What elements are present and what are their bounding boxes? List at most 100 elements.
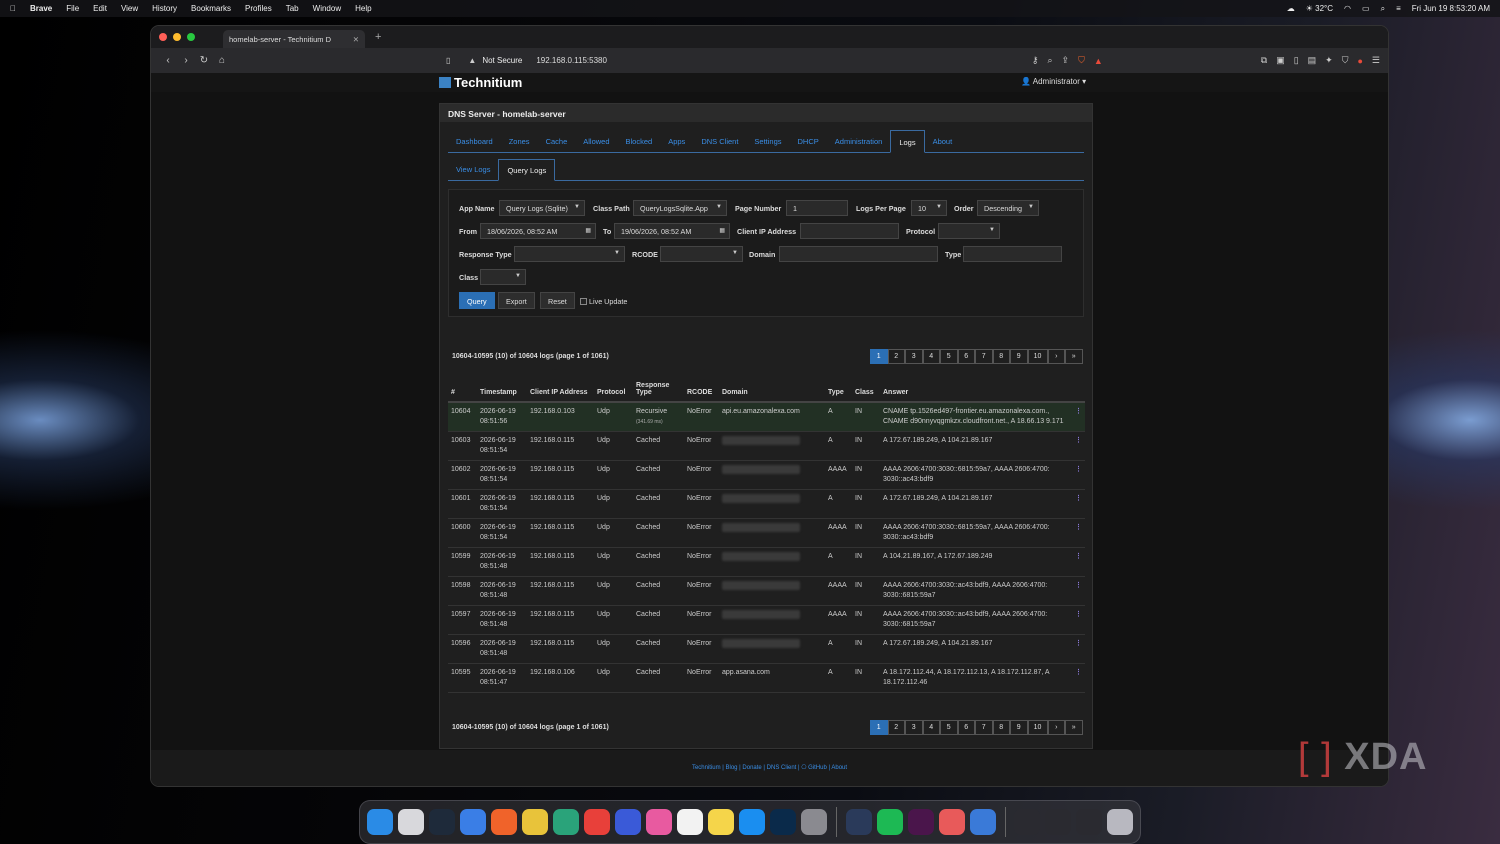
chrome-icon[interactable]	[522, 809, 548, 835]
col-client-ip[interactable]: Client IP Address	[527, 372, 594, 403]
row-actions-icon[interactable]: ⋮	[1072, 605, 1085, 635]
page-1[interactable]: 1	[870, 720, 888, 735]
photos-icon[interactable]	[646, 809, 672, 835]
row-actions-icon[interactable]: ⋮	[1072, 460, 1085, 490]
tab-dhcp[interactable]: DHCP	[790, 130, 827, 152]
page-3[interactable]: 3	[905, 349, 923, 364]
menu-edit[interactable]: Edit	[93, 4, 107, 13]
protocol-select[interactable]: ▼	[938, 223, 1000, 239]
row-actions-icon[interactable]: ⋮	[1072, 518, 1085, 548]
close-window-button[interactable]	[159, 33, 167, 41]
finder-icon[interactable]	[367, 809, 393, 835]
tab-query-logs[interactable]: Query Logs	[498, 159, 556, 181]
wallet-icon[interactable]: ▤	[1308, 55, 1317, 66]
spotify-icon[interactable]	[876, 809, 903, 835]
tab-cache[interactable]: Cache	[538, 130, 576, 152]
user-menu[interactable]: 👤 Administrator ▾	[1021, 77, 1086, 86]
tab-allowed[interactable]: Allowed	[575, 130, 617, 152]
live-update-checkbox[interactable]: Live Update	[580, 297, 627, 306]
edge-icon[interactable]	[553, 809, 579, 835]
share-icon[interactable]: ⇪	[1062, 55, 1070, 66]
minimized-window-icon[interactable]	[1045, 809, 1071, 835]
url-text[interactable]: 192.168.0.115:5380	[536, 56, 607, 65]
checkbox-box[interactable]	[580, 298, 587, 305]
reset-button[interactable]: Reset	[540, 292, 575, 309]
address-bar[interactable]: ▯ ▲ Not Secure 192.168.0.115:5380	[251, 56, 607, 65]
calendar-icon[interactable]	[677, 809, 703, 835]
tab-logs[interactable]: Logs	[890, 130, 925, 153]
clock[interactable]: Fri Jun 19 8:53:20 AM	[1412, 4, 1490, 13]
control-center-icon[interactable]: ≡	[1396, 4, 1401, 13]
menu-icon[interactable]: ☰	[1372, 55, 1380, 66]
tab-view-logs[interactable]: View Logs	[448, 159, 498, 180]
page-6[interactable]: 6	[957, 720, 975, 735]
class-select[interactable]: ▼	[480, 269, 526, 285]
reload-icon[interactable]: ↻	[195, 55, 213, 66]
menu-help[interactable]: Help	[355, 4, 371, 13]
page-8[interactable]: 8	[992, 349, 1010, 364]
minimized-window-icon[interactable]	[1014, 809, 1040, 835]
page-4[interactable]: 4	[922, 349, 940, 364]
calendar-icon[interactable]: ▦	[719, 227, 725, 234]
vivaldi-icon[interactable]	[584, 809, 610, 835]
minimized-window-icon[interactable]	[1076, 809, 1102, 835]
col-domain[interactable]: Domain	[719, 372, 825, 403]
menu-window[interactable]: Window	[313, 4, 341, 13]
tab-apps[interactable]: Apps	[660, 130, 693, 152]
page-7[interactable]: 7	[975, 349, 993, 364]
page-8[interactable]: 8	[992, 720, 1010, 735]
browser-tab[interactable]: homelab-server - Technitium D ✕	[223, 30, 365, 48]
tab-dashboard[interactable]: Dashboard	[448, 130, 501, 152]
weather-status[interactable]: ☀ 32°C	[1306, 4, 1333, 13]
minimize-window-button[interactable]	[173, 33, 181, 41]
page-2[interactable]: 2	[887, 349, 905, 364]
tab-about[interactable]: About	[925, 130, 961, 152]
books-icon[interactable]	[615, 809, 641, 835]
menu-bookmarks[interactable]: Bookmarks	[191, 4, 231, 13]
slack-icon[interactable]	[907, 809, 934, 835]
col-type[interactable]: Type	[825, 372, 852, 403]
page-9[interactable]: 9	[1010, 720, 1028, 735]
zoom-icon[interactable]: ⌕	[1047, 55, 1052, 66]
page-7[interactable]: 7	[975, 720, 993, 735]
class-path-select[interactable]: QueryLogsSqlite.App ▼	[633, 200, 727, 216]
response-type-select[interactable]: ▼	[514, 246, 625, 262]
arc-icon[interactable]	[429, 809, 455, 835]
page-last[interactable]: »	[1065, 720, 1083, 735]
client-ip-input[interactable]	[800, 223, 899, 239]
menu-view[interactable]: View	[121, 4, 138, 13]
photoshop-icon[interactable]	[770, 809, 796, 835]
page-last[interactable]: »	[1065, 349, 1083, 364]
battery-icon[interactable]: ▭	[1362, 4, 1370, 13]
close-tab-icon[interactable]: ✕	[353, 35, 359, 44]
sidebar-icon[interactable]: ▯	[1294, 55, 1299, 66]
page-10[interactable]: 10	[1027, 720, 1048, 735]
page-number-input[interactable]: 1	[786, 200, 848, 216]
page-next[interactable]: ›	[1047, 720, 1065, 735]
menu-file[interactable]: File	[66, 4, 79, 13]
tab-dns-client[interactable]: DNS Client	[693, 130, 746, 152]
new-tab-icon[interactable]: +	[375, 31, 381, 43]
calendar-icon[interactable]: ▦	[585, 227, 591, 234]
app-name-select[interactable]: Query Logs (Sqlite) ▼	[499, 200, 585, 216]
brave-shield-icon[interactable]: ⛉	[1078, 55, 1085, 66]
row-actions-icon[interactable]: ⋮	[1072, 663, 1085, 693]
rcode-select[interactable]: ▼	[660, 246, 743, 262]
notes-icon[interactable]	[708, 809, 734, 835]
screenshot-icon[interactable]: ▣	[1276, 55, 1285, 66]
back-icon[interactable]: ‹	[159, 55, 177, 66]
row-actions-icon[interactable]: ⋮	[1072, 402, 1085, 432]
from-date-input[interactable]: 18/06/2026, 08:52 AM ▦	[480, 223, 596, 239]
app-icon[interactable]	[938, 809, 965, 835]
to-date-input[interactable]: 19/06/2026, 08:52 AM ▦	[614, 223, 730, 239]
page-9[interactable]: 9	[1010, 349, 1028, 364]
not-secure-label[interactable]: Not Secure	[482, 56, 522, 65]
col-timestamp[interactable]: Timestamp	[477, 372, 527, 403]
col-number[interactable]: #	[448, 372, 477, 403]
type-input[interactable]	[963, 246, 1062, 262]
app-logo[interactable]: Technitium	[439, 75, 522, 90]
row-actions-icon[interactable]: ⋮	[1072, 431, 1085, 461]
search-icon[interactable]: ⌕	[1381, 4, 1385, 14]
apple-icon[interactable]: 	[10, 4, 16, 13]
forward-icon[interactable]: ›	[177, 55, 195, 66]
